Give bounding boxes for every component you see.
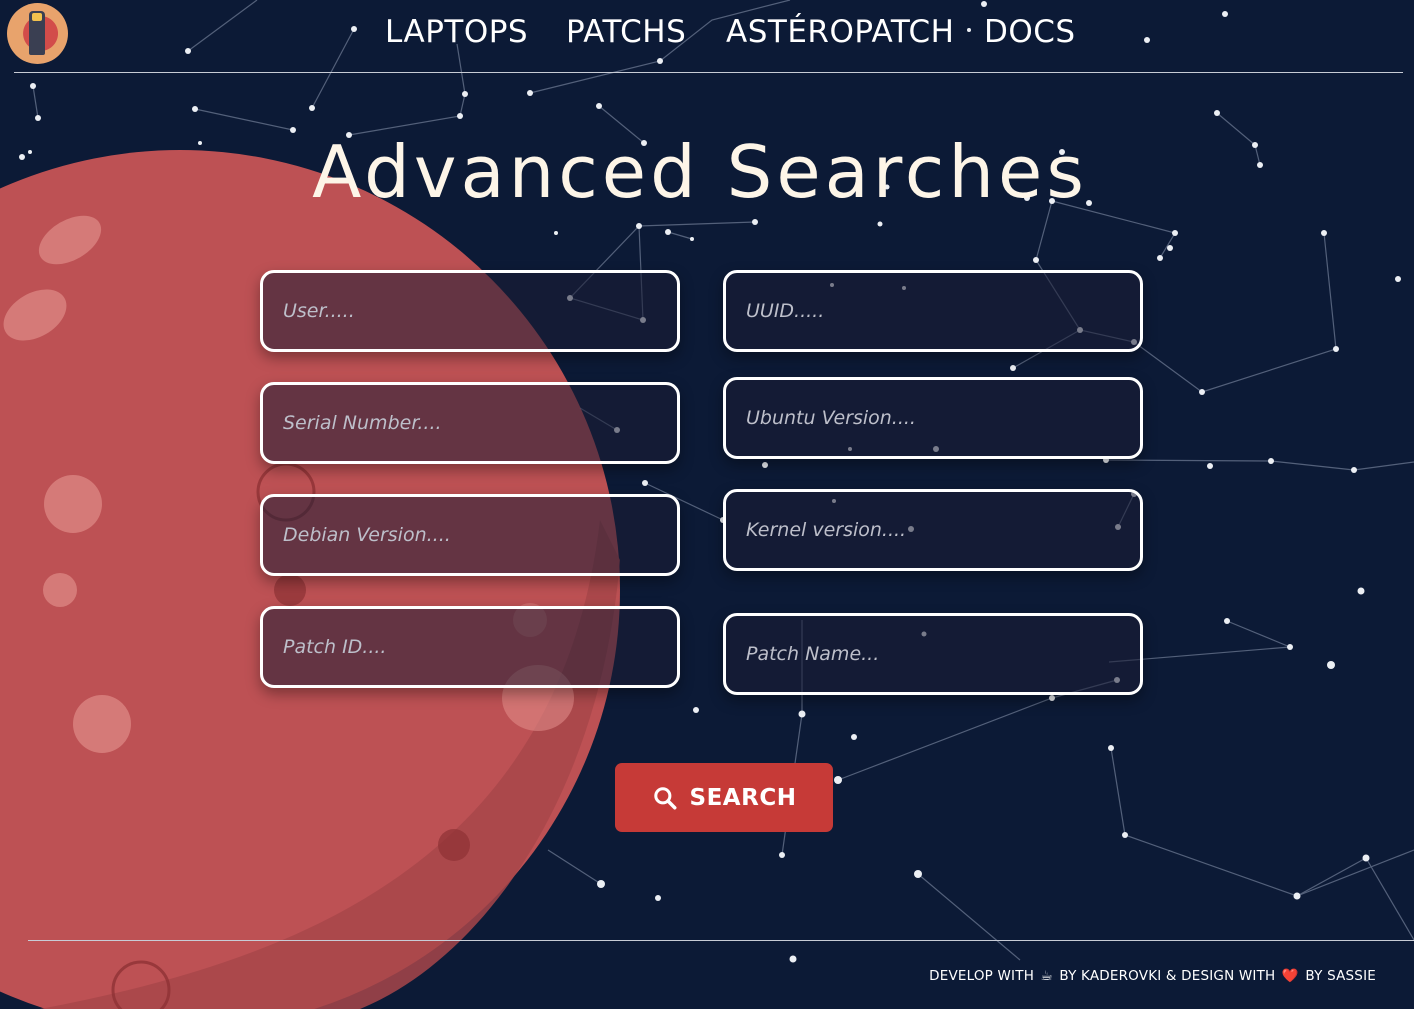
footer-text-develop: DEVELOP WITH [929,968,1035,984]
patch-id-input[interactable] [260,606,680,688]
uuid-input[interactable] [723,270,1143,352]
serial-number-input[interactable] [260,382,680,464]
kernel-version-input[interactable] [723,489,1143,571]
nav-item-docs[interactable]: DOCS [984,14,1076,50]
footer-divider [28,940,1414,941]
debian-version-input[interactable] [260,494,680,576]
search-icon [653,786,677,809]
footer-credits: DEVELOP WITH ☕ BY KADEROVKI & DESIGN WIT… [929,968,1376,984]
ubuntu-version-input[interactable] [723,377,1143,459]
nav-item-laptops[interactable]: LAPTOPS [385,14,528,50]
header-divider [14,72,1403,73]
footer-text-authors: BY KADEROVKI & DESIGN WITH [1059,968,1276,984]
coffee-icon: ☕ [1040,968,1053,984]
nav-item-asteropatch[interactable]: ASTÉROPATCH [726,14,954,50]
page-title: Advanced Searches [312,130,1088,214]
search-button[interactable]: SEARCH [615,763,833,832]
nav-item-patchs[interactable]: PATCHS [566,14,686,50]
footer-text-designer: BY SASSIE [1305,968,1376,984]
patch-name-input[interactable] [723,613,1143,695]
search-button-label: SEARCH [689,784,797,811]
user-input[interactable] [260,270,680,352]
top-navigation: LAPTOPS PATCHS ASTÉROPATCH DOCS [0,0,1414,70]
heart-icon: ❤️ [1281,968,1299,984]
